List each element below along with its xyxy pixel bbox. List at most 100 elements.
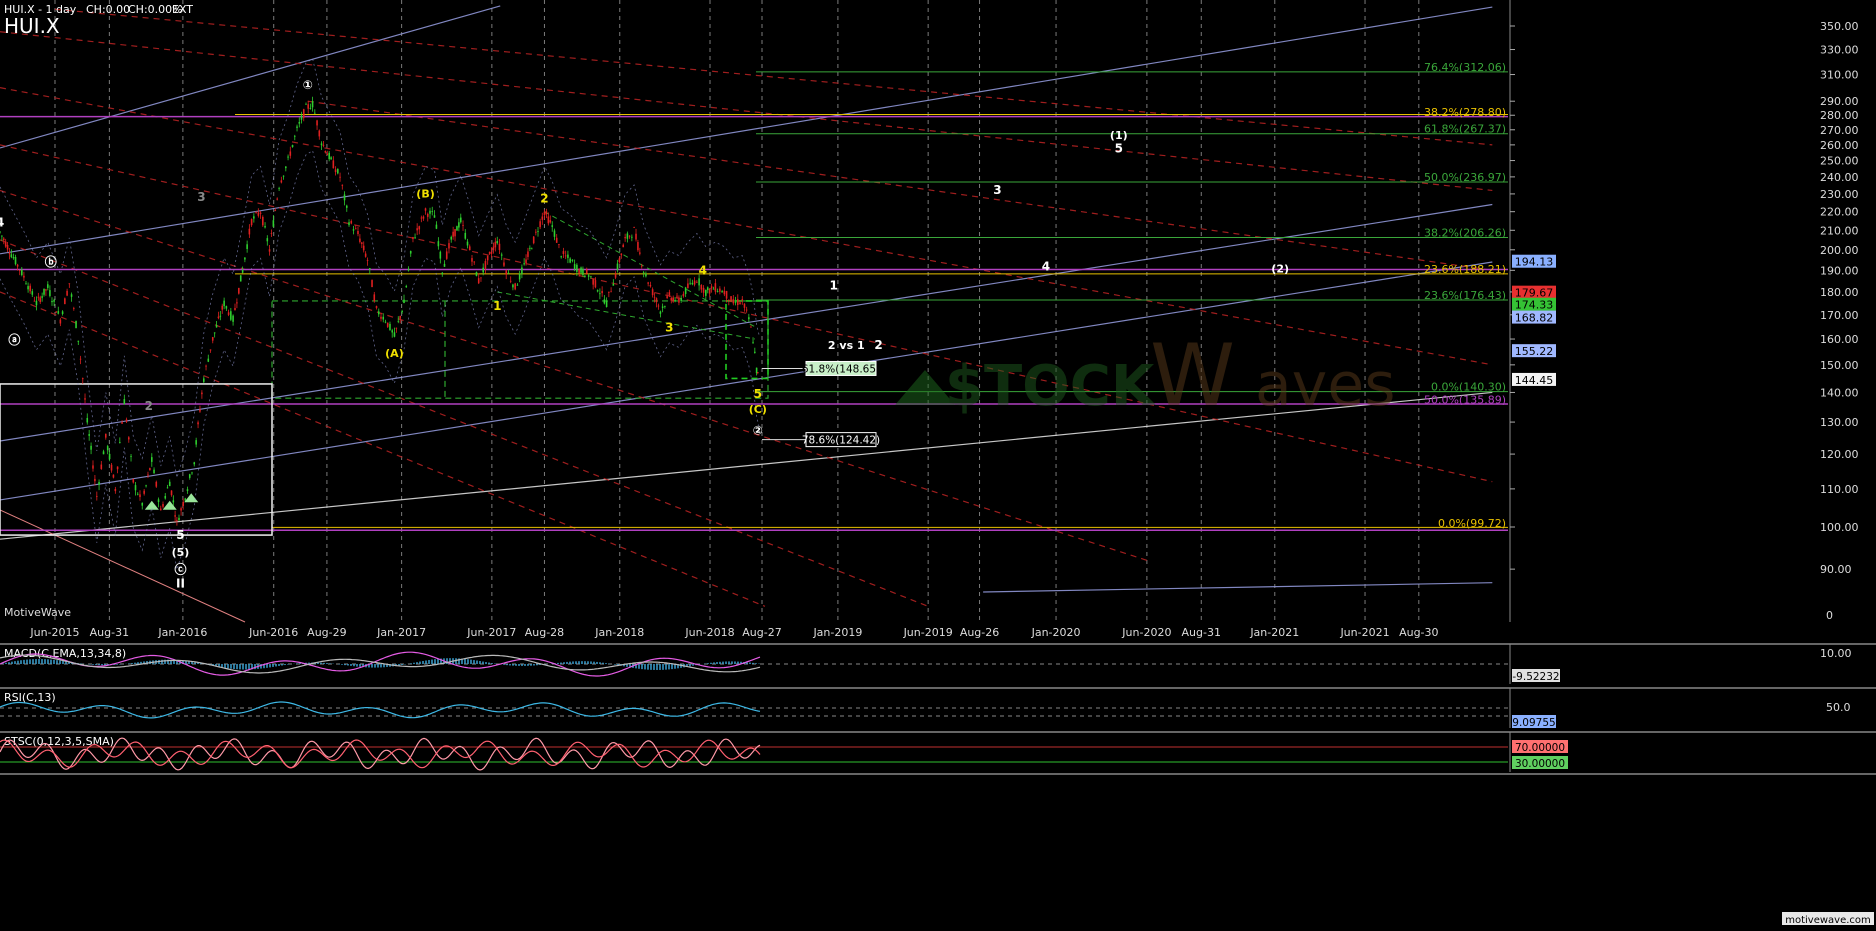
candle-body xyxy=(426,213,429,217)
candle-body xyxy=(424,208,427,211)
candle-body xyxy=(395,327,398,329)
candle-body xyxy=(248,228,251,235)
candle-body xyxy=(272,220,275,227)
candle-body xyxy=(241,269,244,273)
candle-body xyxy=(199,409,201,412)
candle-body xyxy=(532,236,535,244)
candle-body xyxy=(626,233,629,239)
candle-body xyxy=(608,291,610,293)
candle-body xyxy=(66,290,68,296)
candle-body xyxy=(710,286,713,289)
candle-body xyxy=(530,248,533,250)
rsi-axis-label: 50.0 xyxy=(1826,701,1851,714)
candle-body xyxy=(84,398,86,400)
candle-body xyxy=(610,291,612,293)
watermark-w: W xyxy=(1150,326,1235,426)
candle-body xyxy=(403,299,405,304)
candle-body xyxy=(246,244,248,249)
candle-body xyxy=(350,220,353,224)
candle-body xyxy=(601,291,603,294)
candle-body xyxy=(377,311,380,315)
candle-body xyxy=(16,264,19,267)
candle-body xyxy=(458,222,460,228)
candle-body xyxy=(590,276,592,278)
candle-body xyxy=(689,282,691,284)
session: EXT xyxy=(172,3,193,16)
x-tick-label: Aug-26 xyxy=(960,626,999,639)
candle-body xyxy=(420,217,423,219)
y-tick-label: 230.00 xyxy=(1820,188,1859,201)
y-tick-label: 270.00 xyxy=(1820,124,1859,137)
candle-body xyxy=(512,284,514,288)
candle-body xyxy=(480,277,482,279)
candle-body xyxy=(477,278,480,284)
y-tick-label: 190.00 xyxy=(1820,264,1859,277)
candle-body xyxy=(443,263,446,267)
candle-body xyxy=(102,451,105,455)
candle-body xyxy=(382,316,385,320)
candle-body xyxy=(439,251,442,259)
candle-body xyxy=(569,258,571,263)
candle-body xyxy=(302,109,305,118)
candle-body xyxy=(64,298,66,305)
candle-body xyxy=(368,268,371,270)
candle-body xyxy=(730,296,732,302)
background xyxy=(0,0,1876,927)
candle-body xyxy=(578,269,580,274)
wave-label: 3 xyxy=(197,190,205,204)
wave-label: 5 xyxy=(1115,142,1123,156)
wave-label: 1 xyxy=(493,299,501,313)
candle-body xyxy=(488,252,491,254)
candle-body xyxy=(676,295,678,297)
candle-body xyxy=(57,311,60,314)
candle-body xyxy=(285,166,287,169)
candle-body xyxy=(712,288,715,290)
wave-label: ① xyxy=(303,78,313,92)
price-chart-svg[interactable]: Jun-2015 Aug-31 Jan-2016 Jun-2016 Aug-29 Jan-… xyxy=(0,0,1876,927)
candle-body xyxy=(232,315,234,322)
candle-body xyxy=(291,145,294,148)
candle-body xyxy=(486,255,489,261)
candle-body xyxy=(418,226,421,230)
wave-label: ⓒ xyxy=(174,562,186,577)
stochastic-upper-label: 70.00000 xyxy=(1515,742,1565,754)
candle-body xyxy=(364,253,367,257)
candle-body xyxy=(452,231,454,237)
wave-label: (A) xyxy=(385,347,404,360)
candle-body xyxy=(605,300,608,307)
price-tag-label: 144.45 xyxy=(1515,374,1554,387)
candle-body xyxy=(59,319,62,324)
candle-body xyxy=(121,422,123,424)
candle-body xyxy=(573,264,576,269)
candle-body xyxy=(587,275,590,277)
y-tick-label: 350.00 xyxy=(1820,20,1859,33)
candle-body xyxy=(637,242,639,251)
macd-title: MACD(C,EMA,13,34,8) xyxy=(4,647,126,660)
candle-body xyxy=(166,487,169,489)
candle-body xyxy=(2,238,5,241)
candle-body xyxy=(296,126,298,128)
chart-root[interactable]: Jun-2015 Aug-31 Jan-2016 Jun-2016 Aug-29 Jan-… xyxy=(0,0,1876,927)
candle-body xyxy=(361,242,363,244)
y-tick-label: 100.00 xyxy=(1820,521,1859,534)
rsi-value-label: 9.09755 xyxy=(1512,717,1555,729)
fib-label: 61.8%(267.37) xyxy=(1424,123,1506,136)
candle-body xyxy=(567,254,569,258)
candle-body xyxy=(642,272,645,274)
x-tick-label: Aug-28 xyxy=(525,626,564,639)
candle-body xyxy=(47,284,49,288)
candle-body xyxy=(752,341,754,343)
candle-body xyxy=(373,294,376,302)
candle-body xyxy=(191,472,193,474)
candle-body xyxy=(518,273,521,280)
candle-body xyxy=(555,237,558,243)
candle-body xyxy=(274,210,277,211)
candle-body xyxy=(324,151,327,153)
candle-body xyxy=(127,437,130,440)
retracement-label: 78.6%(124.42) xyxy=(802,435,880,447)
candle-body xyxy=(104,433,107,438)
candle-body xyxy=(33,300,36,302)
candle-body xyxy=(217,316,220,319)
fib-label: 50.0%(236.97) xyxy=(1424,171,1506,184)
candle-body xyxy=(384,321,387,323)
